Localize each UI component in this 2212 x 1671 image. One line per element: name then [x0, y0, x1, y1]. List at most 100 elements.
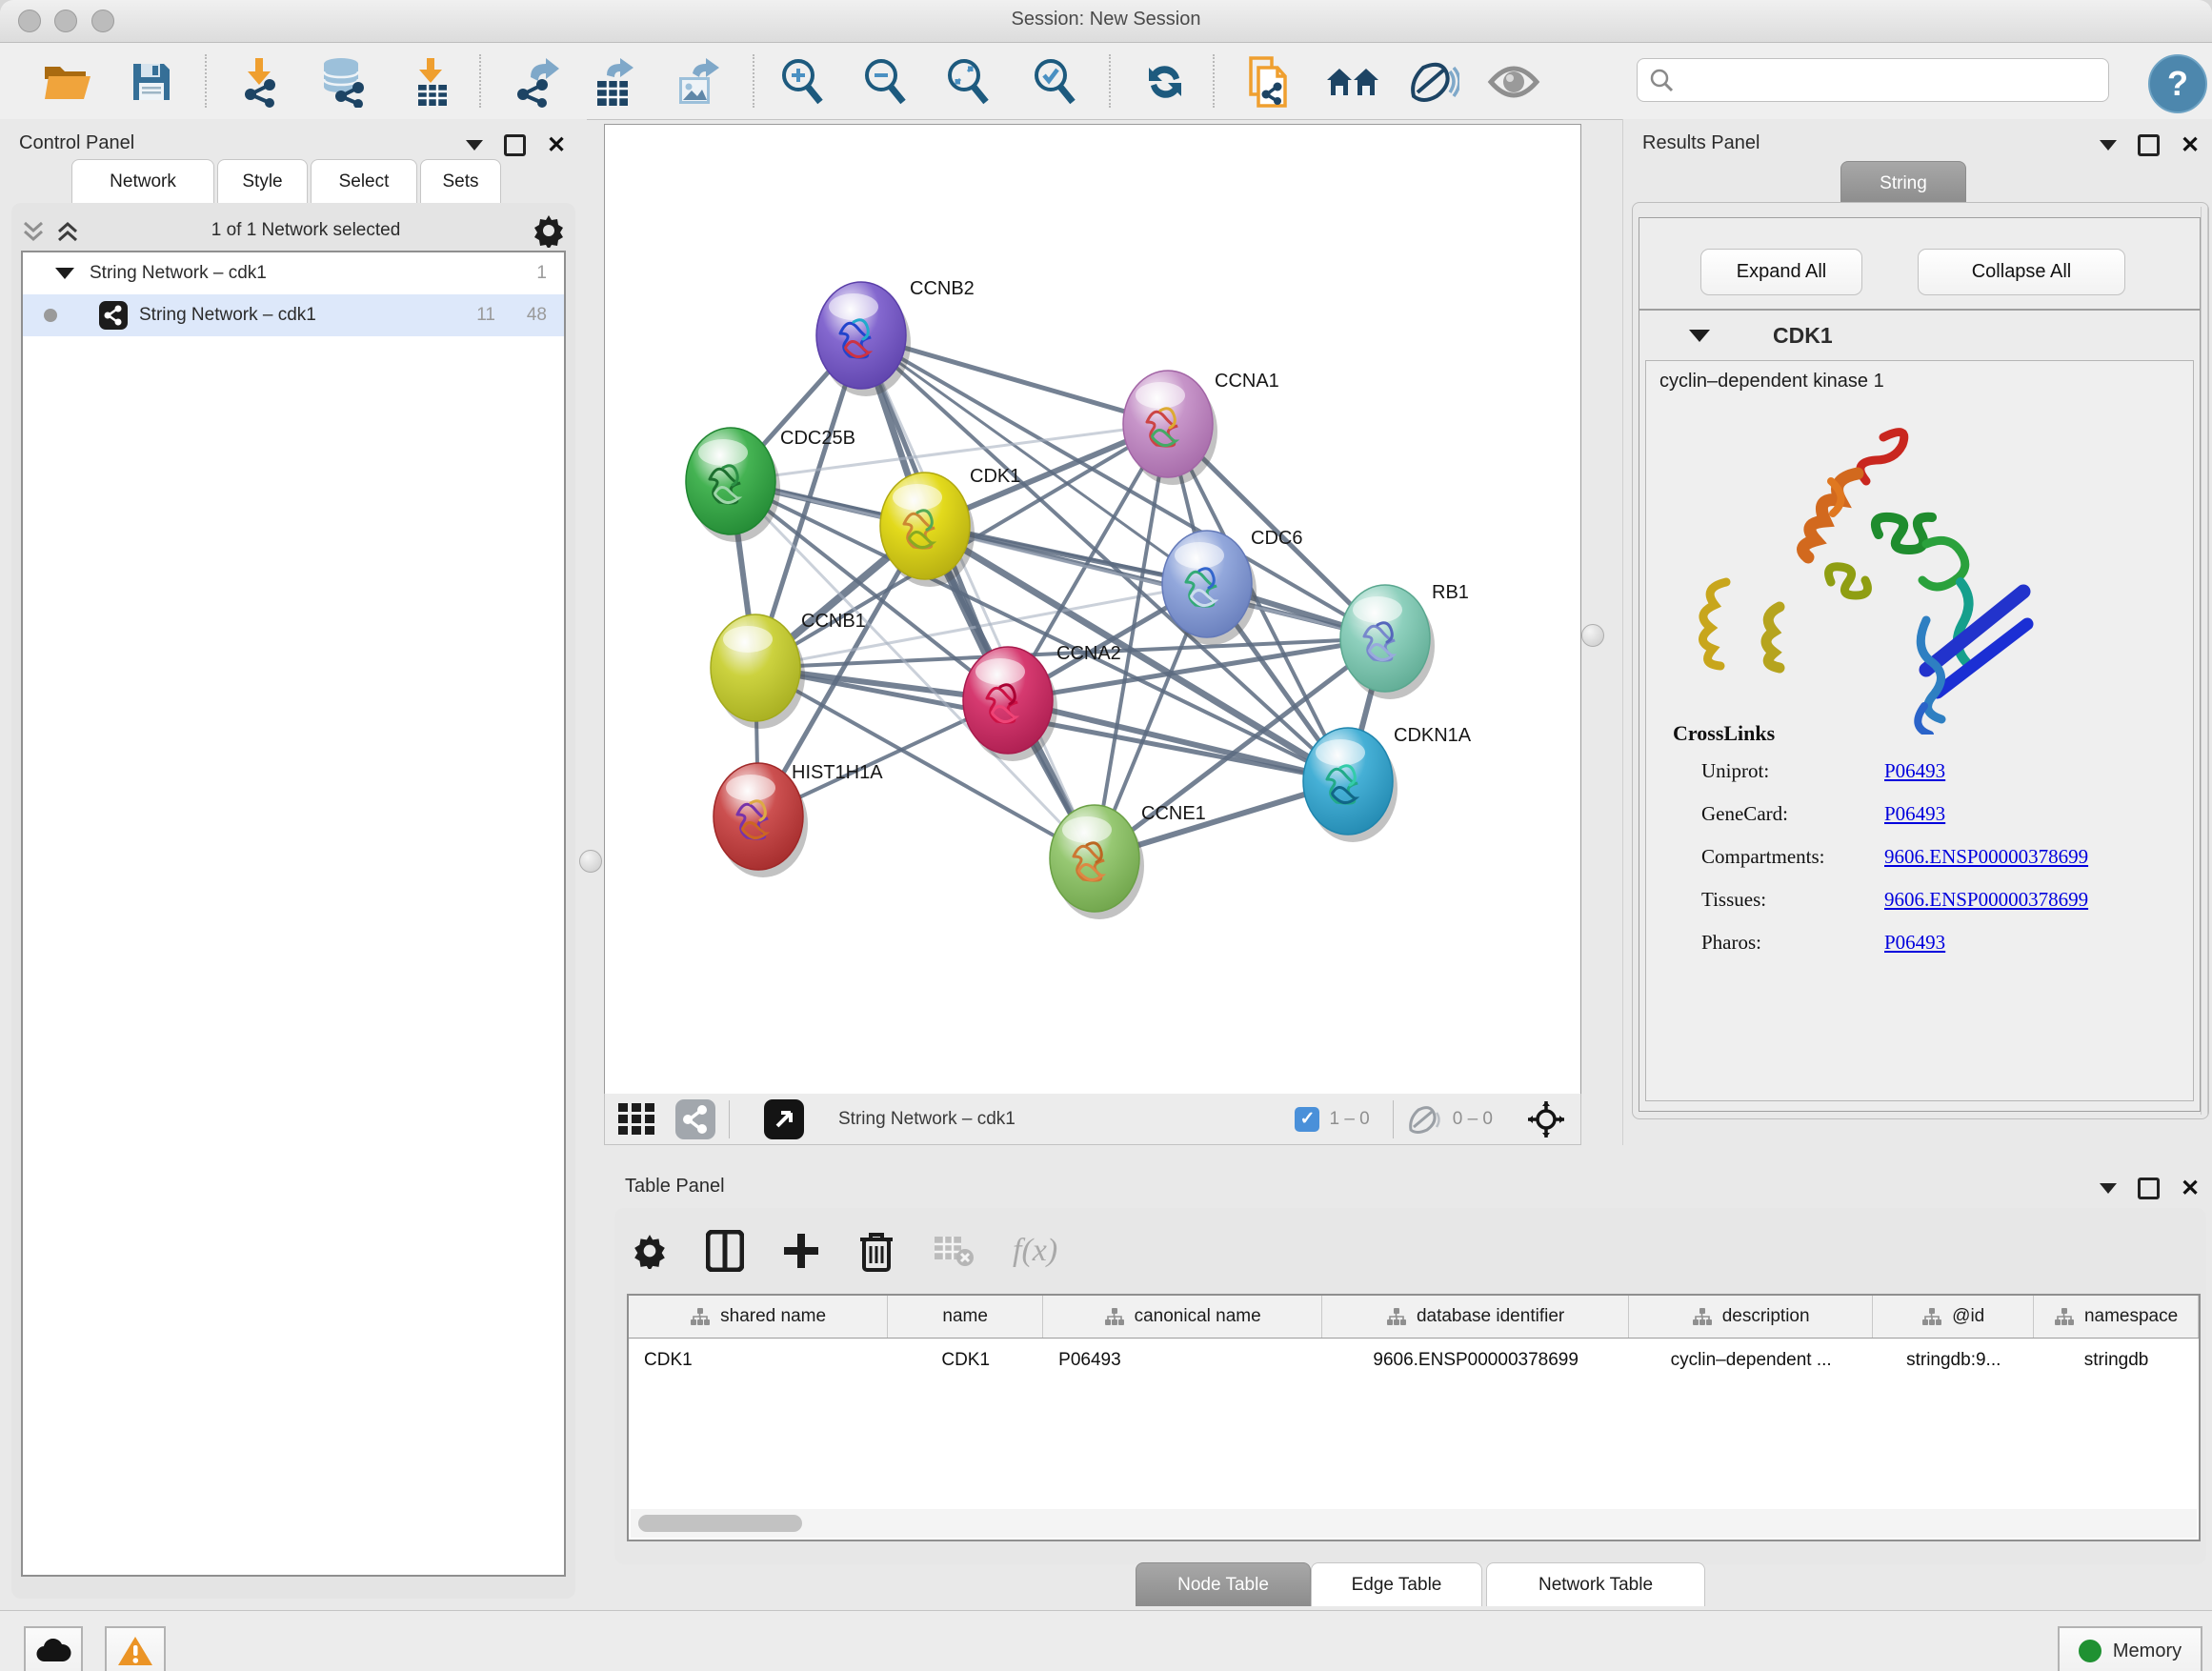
node-RB1[interactable]: [1340, 585, 1435, 699]
tab-select[interactable]: Select: [311, 159, 417, 203]
node-table[interactable]: shared name namecanonical namedatabase id…: [627, 1294, 2201, 1541]
search-input[interactable]: [1681, 69, 2097, 91]
zoom-out-button[interactable]: [860, 56, 912, 108]
cell-name[interactable]: CDK1: [888, 1339, 1043, 1382]
tab-sets[interactable]: Sets: [420, 159, 501, 203]
home-button[interactable]: [1327, 56, 1378, 108]
toolbar-separator: [1109, 54, 1111, 108]
column-label: shared name: [720, 1306, 826, 1327]
import-network-from-database-button[interactable]: [317, 56, 369, 108]
results-panel-menu-icon[interactable]: [2100, 140, 2117, 151]
save-session-button[interactable]: [126, 56, 177, 108]
gene-collapse-icon[interactable]: [1689, 330, 1710, 342]
selected-nodes-checkbox[interactable]: ✓: [1295, 1107, 1319, 1132]
network-options-gear-icon[interactable]: [532, 213, 566, 248]
column-header-namespace[interactable]: namespace: [2034, 1296, 2199, 1338]
node-CDKN1A[interactable]: [1303, 728, 1398, 842]
delete-column-trash-icon[interactable]: [858, 1230, 895, 1272]
search-field[interactable]: [1637, 58, 2109, 102]
grid-view-icon[interactable]: [618, 1103, 658, 1136]
table-row[interactable]: CDK1CDK1P064939606.ENSP00000378699cyclin…: [629, 1339, 2199, 1382]
left-splitter-handle[interactable]: [579, 850, 602, 873]
network-row-selected[interactable]: String Network – cdk1 11 48: [23, 294, 564, 336]
node-CCNA2[interactable]: [963, 647, 1057, 761]
export-network-button[interactable]: [511, 56, 562, 108]
help-button[interactable]: ?: [2148, 54, 2207, 113]
network-graph[interactable]: CCNB2CCNA1CDC25BCDK1CDC6RB1CCNB1CCNA2CDK…: [605, 125, 1580, 1095]
crosslink-compartments-link[interactable]: 9606.ENSP00000378699: [1884, 845, 2088, 869]
node-CCNB1[interactable]: [711, 614, 805, 729]
warning-status-button[interactable]: [105, 1626, 166, 1671]
export-table-button[interactable]: [589, 56, 640, 108]
hide-glasses-button[interactable]: [1408, 56, 1459, 108]
tab-edge-table[interactable]: Edge Table: [1311, 1562, 1482, 1606]
network-share-view-icon[interactable]: [675, 1099, 715, 1139]
table-panel-menu-icon[interactable]: [2100, 1183, 2117, 1194]
node-CCNA1[interactable]: [1123, 371, 1217, 485]
results-scrollbar-track[interactable]: [2201, 207, 2208, 1115]
zoom-selected-button[interactable]: [1030, 56, 1081, 108]
table-panel-close-icon[interactable]: ✕: [2181, 1180, 2200, 1197]
cell-namespace[interactable]: stringdb: [2034, 1339, 2199, 1382]
refresh-button[interactable]: [1139, 56, 1191, 108]
table-panel-float-icon[interactable]: [2138, 1178, 2160, 1199]
import-table-from-file-button[interactable]: [405, 56, 456, 108]
column-header-@id[interactable]: @id: [1873, 1296, 2034, 1338]
clone-network-button[interactable]: [1244, 56, 1296, 108]
network-canvas[interactable]: CCNB2CCNA1CDC25BCDK1CDC6RB1CCNB1CCNA2CDK…: [604, 124, 1581, 1096]
control-panel-menu-icon[interactable]: [466, 140, 483, 151]
column-header-name[interactable]: name: [888, 1296, 1043, 1338]
column-header-database-identifier[interactable]: database identifier: [1322, 1296, 1629, 1338]
tab-node-table[interactable]: Node Table: [1136, 1562, 1311, 1606]
table-hscrollbar-track[interactable]: [631, 1509, 2197, 1538]
cell-description[interactable]: cyclin–dependent ...: [1629, 1339, 1873, 1382]
add-column-plus-icon[interactable]: [782, 1232, 820, 1270]
expand-all-networks-icon[interactable]: [55, 220, 80, 241]
collection-expander-icon[interactable]: [55, 268, 74, 279]
cell-canonical-name[interactable]: P06493: [1043, 1339, 1322, 1382]
zoom-fit-button[interactable]: [943, 56, 995, 108]
cloud-status-button[interactable]: [24, 1626, 83, 1671]
table-hscrollbar-thumb[interactable]: [638, 1515, 802, 1532]
zoom-in-button[interactable]: [777, 56, 829, 108]
function-builder-icon[interactable]: f(x): [1013, 1233, 1057, 1269]
show-eye-button[interactable]: [1488, 56, 1539, 108]
cell-database-identifier[interactable]: 9606.ENSP00000378699: [1322, 1339, 1629, 1382]
node-CDK1[interactable]: [880, 473, 975, 587]
node-CCNB2[interactable]: [816, 282, 911, 396]
control-panel-close-icon[interactable]: ✕: [547, 137, 566, 153]
results-panel-close-icon[interactable]: ✕: [2181, 137, 2200, 153]
tab-style[interactable]: Style: [217, 159, 308, 203]
crosslink-uniprot-link[interactable]: P06493: [1884, 759, 1945, 783]
tab-network[interactable]: Network: [71, 159, 214, 203]
tab-network-table[interactable]: Network Table: [1486, 1562, 1705, 1606]
column-header-shared-name[interactable]: shared name: [629, 1296, 888, 1338]
tab-string[interactable]: String: [1840, 161, 1966, 205]
column-header-canonical-name[interactable]: canonical name: [1043, 1296, 1322, 1338]
edge-CCNB2-CCNE1[interactable]: [861, 335, 1095, 858]
show-columns-icon[interactable]: [706, 1230, 744, 1272]
crosslink-tissues-link[interactable]: 9606.ENSP00000378699: [1884, 888, 2088, 912]
table-settings-gear-icon[interactable]: [632, 1233, 668, 1269]
node-CCNE1[interactable]: [1050, 805, 1144, 919]
expand-all-button[interactable]: Expand All: [1700, 249, 1862, 295]
network-collection-row[interactable]: String Network – cdk1 1: [23, 252, 564, 294]
cell-shared-name[interactable]: CDK1: [629, 1339, 888, 1382]
crosslink-pharos-link[interactable]: P06493: [1884, 931, 1945, 955]
control-panel-float-icon[interactable]: [504, 134, 526, 156]
pan-crosshair-icon[interactable]: [1527, 1100, 1565, 1138]
memory-button[interactable]: Memory: [2058, 1626, 2202, 1671]
collapse-all-networks-icon[interactable]: [21, 220, 46, 241]
collapse-all-button[interactable]: Collapse All: [1918, 249, 2125, 295]
node-CDC6[interactable]: [1162, 531, 1257, 645]
export-image-button[interactable]: [671, 56, 722, 108]
right-splitter-handle[interactable]: [1581, 624, 1604, 647]
cell-@id[interactable]: stringdb:9...: [1873, 1339, 2034, 1382]
crosslink-genecard-link[interactable]: P06493: [1884, 802, 1945, 826]
results-panel-float-icon[interactable]: [2138, 134, 2160, 156]
column-header-description[interactable]: description: [1629, 1296, 1873, 1338]
import-network-from-file-button[interactable]: [233, 56, 285, 108]
hidden-elements-icon[interactable]: [1407, 1103, 1443, 1136]
birds-eye-view-icon[interactable]: [764, 1099, 804, 1139]
open-session-button[interactable]: [42, 56, 93, 108]
